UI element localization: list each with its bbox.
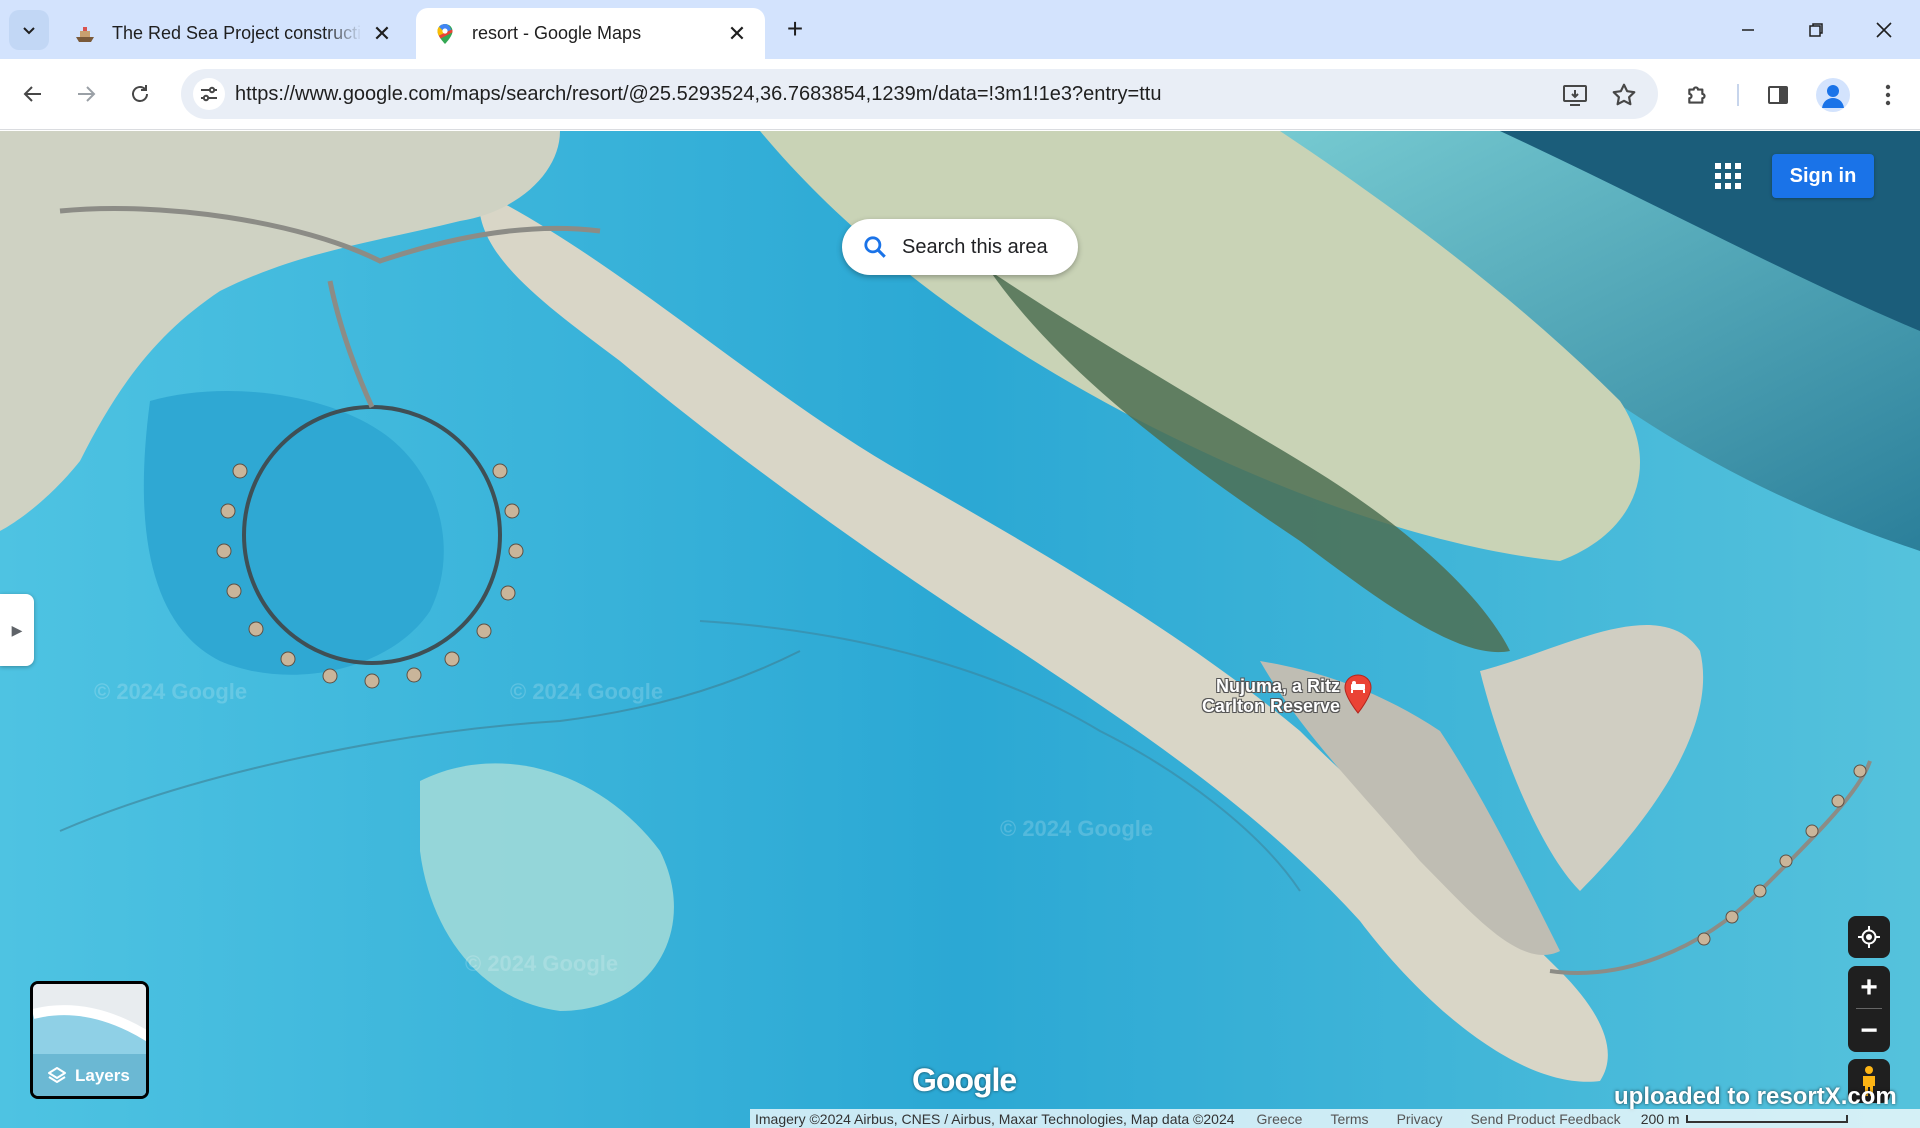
restore-button[interactable]	[1796, 10, 1836, 50]
tab-google-maps[interactable]: resort - Google Maps ✕	[416, 8, 765, 59]
uploaded-watermark: uploaded to resortX.com	[1614, 1083, 1897, 1110]
google-apps-button[interactable]	[1708, 156, 1748, 196]
puzzle-icon	[1688, 86, 1706, 104]
chevron-right-icon: ▶	[11, 621, 23, 638]
arrow-right-icon	[78, 86, 96, 102]
minimize-button[interactable]	[1728, 10, 1768, 50]
star-icon	[1612, 83, 1636, 106]
map-watermark: © 2024 Google	[510, 679, 664, 704]
site-info-button[interactable]	[193, 78, 225, 110]
profile-avatar[interactable]	[1816, 78, 1850, 112]
layers-button[interactable]: Layers	[30, 981, 149, 1099]
browser-toolbar: https://www.google.com/maps/search/resor…	[0, 59, 1920, 130]
search-this-area-button[interactable]: Search this area	[842, 219, 1078, 275]
terms-link[interactable]: Terms	[1316, 1111, 1382, 1127]
reload-icon	[132, 85, 148, 102]
layers-icon	[48, 1067, 66, 1083]
my-location-icon	[1858, 926, 1880, 948]
place-label[interactable]: Nujuma, a Ritz Carlton Reserve	[1190, 676, 1340, 716]
restore-icon	[1809, 23, 1823, 37]
install-icon	[1563, 85, 1587, 106]
back-button[interactable]	[14, 75, 52, 113]
new-tab-button[interactable]: +	[780, 13, 810, 44]
install-app-button[interactable]	[1562, 82, 1588, 108]
ship-favicon-icon	[76, 26, 94, 42]
tab-search-button[interactable]	[9, 10, 49, 50]
toolbar-separator	[1737, 84, 1739, 106]
person-icon	[1822, 85, 1844, 108]
side-panel-icon	[1768, 86, 1788, 104]
map-attribution-bar: Imagery ©2024 Airbus, CNES / Airbus, Max…	[750, 1109, 1920, 1128]
reload-button[interactable]	[121, 75, 159, 113]
google-logo: Google	[912, 1062, 1017, 1098]
close-window-button[interactable]	[1864, 10, 1904, 50]
zoom-in-button[interactable]: +	[1848, 966, 1890, 1009]
privacy-link[interactable]: Privacy	[1383, 1111, 1457, 1127]
search-this-area-label: Search this area	[902, 235, 1048, 258]
imagery-attribution: Imagery ©2024 Airbus, CNES / Airbus, Max…	[755, 1110, 1235, 1127]
tune-icon	[201, 86, 217, 102]
map-watermark: © 2024 Google	[94, 679, 248, 704]
bookmark-button[interactable]	[1611, 82, 1637, 108]
satellite-map[interactable]: © 2024 Google © 2024 Google © 2024 Googl…	[0, 131, 1920, 1128]
search-icon	[864, 236, 886, 258]
my-location-button[interactable]	[1848, 916, 1890, 958]
map-scale[interactable]: 200 m	[1635, 1111, 1848, 1127]
scale-label: 200 m	[1640, 1110, 1680, 1127]
sign-in-button[interactable]: Sign in	[1772, 154, 1874, 198]
tab-title: The Red Sea Project construction	[112, 23, 362, 43]
side-panel-button[interactable]	[1762, 79, 1794, 111]
satellite-imagery	[0, 131, 1920, 1128]
map-watermark: © 2024 Google	[1000, 816, 1154, 841]
more-vert-icon	[1885, 84, 1891, 106]
zoom-control: + −	[1848, 966, 1890, 1052]
zoom-out-button[interactable]: −	[1848, 1009, 1890, 1052]
send-feedback-link[interactable]: Send Product Feedback	[1456, 1111, 1634, 1127]
arrow-left-icon	[23, 86, 41, 102]
hotel-pin-icon[interactable]	[1343, 674, 1373, 714]
tab-title: resort - Google Maps	[472, 23, 642, 43]
minimize-icon	[1742, 29, 1754, 31]
menu-button[interactable]	[1872, 79, 1904, 111]
chevron-down-icon	[23, 27, 35, 35]
url-text: https://www.google.com/maps/search/resor…	[235, 83, 1162, 105]
forward-button[interactable]	[67, 75, 105, 113]
expand-side-panel-button[interactable]: ▶	[0, 594, 34, 666]
close-tab-icon[interactable]: ✕	[725, 21, 749, 46]
close-icon	[1876, 22, 1892, 38]
region-link[interactable]: Greece	[1243, 1111, 1317, 1127]
address-bar[interactable]: https://www.google.com/maps/search/resor…	[181, 69, 1658, 119]
scale-bar	[1685, 1114, 1848, 1123]
map-watermark: © 2024 Google	[465, 951, 619, 976]
close-tab-icon[interactable]: ✕	[370, 21, 394, 46]
extensions-button[interactable]	[1682, 79, 1714, 111]
tab-strip: The Red Sea Project construction ✕ resor…	[0, 0, 1920, 59]
tab-red-sea-project[interactable]: The Red Sea Project construction ✕	[56, 8, 410, 59]
google-maps-favicon-icon	[437, 23, 453, 44]
